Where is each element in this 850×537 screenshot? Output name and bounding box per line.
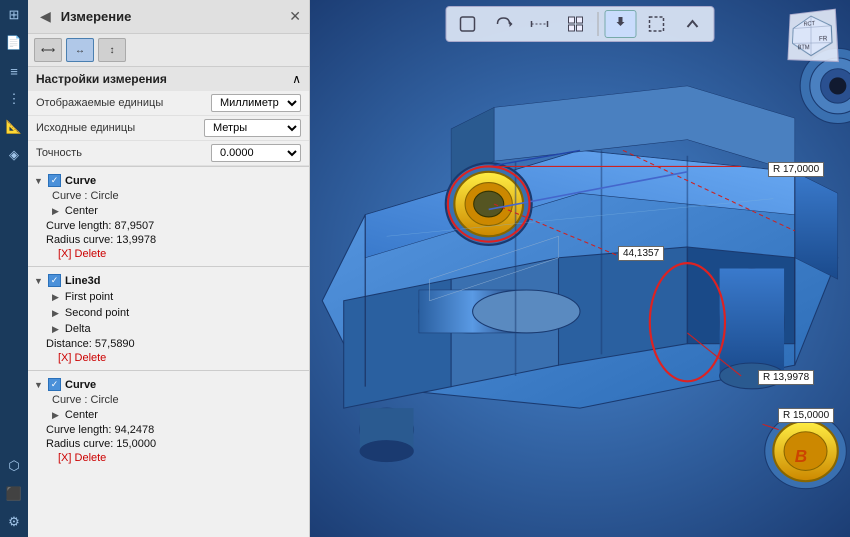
tree-item-curve1: ▼ Curve Curve : Circle ▶ Center Curve le…: [28, 171, 309, 262]
tree-row-curve1-radius: Radius curve: 13,9978: [28, 233, 309, 247]
tree-label-curve2-center: Center: [65, 409, 98, 421]
vp-btn-measure-distance[interactable]: [524, 10, 556, 38]
precision-select[interactable]: 0.0000 0.000 0.00: [211, 144, 301, 162]
display-units-label: Отображаемые единицы: [36, 97, 207, 109]
tree-item-line3d: ▼ Line3d ▶ First point ▶ Second point ▶: [28, 271, 309, 366]
curve2-length-label: Curve length: 94,2478: [46, 424, 154, 436]
tree-row-line3d-delta[interactable]: ▶ Delta: [28, 321, 309, 337]
vp-btn-box-select[interactable]: [641, 10, 673, 38]
tree-section: ▼ Curve Curve : Circle ▶ Center Curve le…: [28, 167, 309, 470]
left-icon-3d[interactable]: ⬡: [3, 455, 25, 477]
left-icon-tree[interactable]: ⋮: [3, 88, 25, 110]
tree-action-curve2-delete[interactable]: [X] Delete: [28, 451, 309, 465]
tree-row-curve2-length: Curve length: 94,2478: [28, 423, 309, 437]
tree-sublabel-curve2-type: Curve : Circle: [28, 393, 309, 407]
tree-item-curve2: ▼ Curve Curve : Circle ▶ Center Curve le…: [28, 375, 309, 466]
tree-label-curve2: Curve: [65, 379, 96, 391]
tree-checkbox-curve1[interactable]: [48, 174, 61, 187]
tree-label-line3d: Line3d: [65, 275, 100, 287]
vp-btn-rotate[interactable]: [488, 10, 520, 38]
divider-1: [28, 266, 309, 267]
3d-model: B: [310, 0, 850, 537]
curve1-radius-label: Radius curve: 13,9978: [46, 234, 156, 246]
panel-back-button[interactable]: ◀: [36, 6, 55, 27]
precision-label: Точность: [36, 147, 207, 159]
tree-row-curve2-header[interactable]: ▼ Curve: [28, 376, 309, 393]
toolbar-ruler-angle[interactable]: ↕: [98, 38, 126, 62]
left-icon-measure[interactable]: 📐: [3, 116, 25, 138]
toolbar-ruler-distance[interactable]: ↔: [66, 38, 94, 62]
left-icon-layers[interactable]: ≡: [3, 60, 25, 82]
panel-title: Измерение: [61, 9, 132, 24]
vp-toolbar-divider: [598, 12, 599, 36]
tree-sublabel-curve1-type: Curve : Circle: [28, 189, 309, 203]
settings-header-title: Настройки измерения: [36, 72, 167, 86]
nav-cube-inner: RCT FR BTM: [787, 9, 838, 63]
panel-header-left: ◀ Измерение: [36, 6, 131, 27]
svg-text:RCT: RCT: [804, 21, 816, 28]
display-units-select[interactable]: Миллиметр Сантиметр Метр: [211, 94, 301, 112]
left-sidebar: ⊞ 📄 ≡ ⋮ 📐 ◈ ⬡ ⬛ ⚙: [0, 0, 28, 537]
left-icon-home[interactable]: ⊞: [3, 4, 25, 26]
meas-label-dist44: 44,1357: [618, 246, 664, 261]
curve1-length-label: Curve length: 87,9507: [46, 220, 154, 232]
tree-action-curve1-delete[interactable]: [X] Delete: [28, 247, 309, 261]
settings-row-precision: Точность 0.0000 0.000 0.00: [28, 141, 309, 166]
settings-section: Настройки измерения ∧ Отображаемые едини…: [28, 67, 309, 167]
settings-collapse-icon[interactable]: ∧: [292, 72, 301, 86]
measurement-panel: ◀ Измерение ✕ ⟷ ↔ ↕ Настройки измерения …: [28, 0, 310, 537]
left-icon-doc[interactable]: 📄: [3, 32, 25, 54]
curve2-radius-label: Radius curve: 15,0000: [46, 438, 156, 450]
meas-label-r17: R 17,0000: [768, 162, 824, 177]
tree-label-curve1: Curve: [65, 175, 96, 187]
panel-close-button[interactable]: ✕: [289, 8, 301, 25]
tree-label-delta: Delta: [65, 323, 91, 335]
left-icon-view[interactable]: ◈: [3, 144, 25, 166]
tree-row-curve1-center[interactable]: ▶ Center: [28, 203, 309, 219]
curve1-type: Curve : Circle: [52, 190, 119, 202]
line3d-distance-label: Distance: 57,5890: [46, 338, 135, 350]
tree-row-curve2-radius: Radius curve: 15,0000: [28, 437, 309, 451]
tree-row-curve1-length: Curve length: 87,9507: [28, 219, 309, 233]
vp-btn-select[interactable]: [452, 10, 484, 38]
svg-text:B: B: [795, 446, 807, 466]
tree-label-secondpoint: Second point: [65, 307, 129, 319]
tree-row-line3d-secondpoint[interactable]: ▶ Second point: [28, 305, 309, 321]
tree-row-line3d-distance: Distance: 57,5890: [28, 337, 309, 351]
left-icon-shape[interactable]: ⬛: [3, 483, 25, 505]
tree-row-curve1-header[interactable]: ▼ Curve: [28, 172, 309, 189]
panel-header: ◀ Измерение ✕: [28, 0, 309, 34]
viewport-toolbar: [446, 6, 715, 42]
tree-row-line3d-firstpoint[interactable]: ▶ First point: [28, 289, 309, 305]
tree-label-curve1-center: Center: [65, 205, 98, 217]
curve2-type: Curve : Circle: [52, 394, 119, 406]
left-icon-settings[interactable]: ⚙: [3, 511, 25, 533]
meas-label-r15: R 15,0000: [778, 408, 834, 423]
source-units-label: Исходные единицы: [36, 122, 200, 134]
3d-viewport[interactable]: RCT FR BTM: [310, 0, 850, 537]
panel-content: Настройки измерения ∧ Отображаемые едини…: [28, 67, 309, 537]
source-units-select[interactable]: Метры Миллиметры: [204, 119, 301, 137]
tree-label-firstpoint: First point: [65, 291, 113, 303]
meas-label-r13: R 13,9978: [758, 370, 814, 385]
tree-action-line3d-delete[interactable]: [X] Delete: [28, 351, 309, 365]
vp-btn-pan[interactable]: [605, 10, 637, 38]
svg-text:BTM: BTM: [798, 45, 811, 52]
svg-text:FR: FR: [819, 36, 828, 43]
main-container: ⊞ 📄 ≡ ⋮ 📐 ◈ ⬡ ⬛ ⚙ ◀ Измерение ✕ ⟷ ↔ ↕: [0, 0, 850, 537]
toolbar-ruler-linear[interactable]: ⟷: [34, 38, 62, 62]
settings-row-display-units: Отображаемые единицы Миллиметр Сантиметр…: [28, 91, 309, 116]
tree-checkbox-curve2[interactable]: [48, 378, 61, 391]
divider-2: [28, 370, 309, 371]
tree-row-curve2-center[interactable]: ▶ Center: [28, 407, 309, 423]
panel-toolbar: ⟷ ↔ ↕: [28, 34, 309, 67]
settings-header[interactable]: Настройки измерения ∧: [28, 67, 309, 91]
nav-cube[interactable]: RCT FR BTM: [786, 10, 836, 60]
settings-row-source-units: Исходные единицы Метры Миллиметры: [28, 116, 309, 141]
tree-row-line3d-header[interactable]: ▼ Line3d: [28, 272, 309, 289]
vp-btn-grid[interactable]: [560, 10, 592, 38]
tree-checkbox-line3d[interactable]: [48, 274, 61, 287]
vp-btn-collapse[interactable]: [677, 10, 709, 38]
